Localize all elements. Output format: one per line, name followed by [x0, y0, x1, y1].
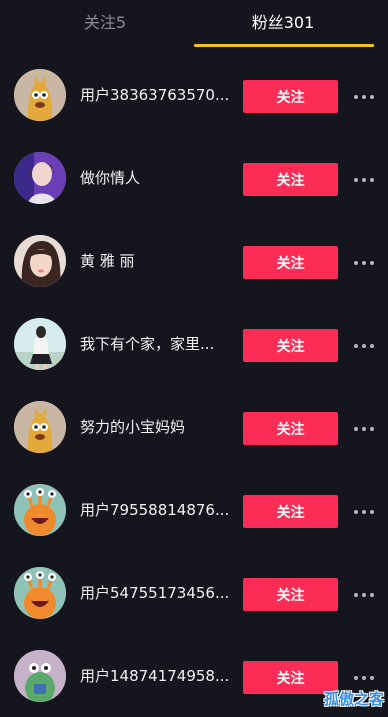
more-options-icon[interactable]	[354, 423, 374, 435]
follow-button[interactable]: 关注	[243, 246, 338, 279]
follow-button[interactable]: 关注	[243, 329, 338, 362]
list-item[interactable]: 做你情人 关注	[0, 136, 388, 219]
more-options-icon[interactable]	[354, 672, 374, 684]
avatar[interactable]	[14, 69, 66, 121]
more-options-icon[interactable]	[354, 257, 374, 269]
more-options-icon[interactable]	[354, 174, 374, 186]
avatar[interactable]	[14, 318, 66, 370]
more-options-icon[interactable]	[354, 91, 374, 103]
list-item[interactable]: 用户79558814876... 关注	[0, 468, 388, 551]
list-item[interactable]: 用户54755173456... 关注	[0, 551, 388, 634]
avatar[interactable]	[14, 567, 66, 619]
user-name: 黄 雅 丽	[80, 252, 135, 270]
avatar[interactable]	[14, 235, 66, 287]
user-name: 用户54755173456...	[80, 584, 230, 602]
watermark: 孤傲之客	[323, 690, 384, 708]
user-name: 努力的小宝妈妈	[80, 418, 186, 436]
avatar[interactable]	[14, 152, 66, 204]
list-item[interactable]: 用户38363763570... 关注	[0, 53, 388, 136]
fans-list: 用户38363763570... 关注 做你情人 关注 黄 雅 丽 关注 我下有…	[0, 53, 388, 717]
follow-button[interactable]: 关注	[243, 163, 338, 196]
avatar[interactable]	[14, 484, 66, 536]
user-name: 用户14874174958...	[80, 667, 230, 685]
active-tab-indicator	[194, 44, 374, 47]
user-name: 做你情人	[80, 169, 141, 187]
list-item[interactable]: 努力的小宝妈妈 关注	[0, 385, 388, 468]
user-name: 用户38363763570...	[80, 86, 230, 104]
more-options-icon[interactable]	[354, 589, 374, 601]
follow-button[interactable]: 关注	[243, 80, 338, 113]
avatar[interactable]	[14, 650, 66, 702]
list-item[interactable]: 黄 雅 丽 关注	[0, 219, 388, 302]
more-options-icon[interactable]	[354, 340, 374, 352]
user-name: 我下有个家，家里...	[80, 335, 215, 353]
follow-button[interactable]: 关注	[243, 578, 338, 611]
follow-button[interactable]: 关注	[243, 412, 338, 445]
more-options-icon[interactable]	[354, 506, 374, 518]
follow-button[interactable]: 关注	[243, 495, 338, 528]
tab-bar: 关注5 粉丝301	[0, 0, 388, 48]
user-name: 用户79558814876...	[80, 501, 230, 519]
list-item[interactable]: 我下有个家，家里... 关注	[0, 302, 388, 385]
tab-fans[interactable]: 粉丝301	[228, 12, 338, 34]
tab-following[interactable]: 关注5	[60, 12, 150, 34]
avatar[interactable]	[14, 401, 66, 453]
